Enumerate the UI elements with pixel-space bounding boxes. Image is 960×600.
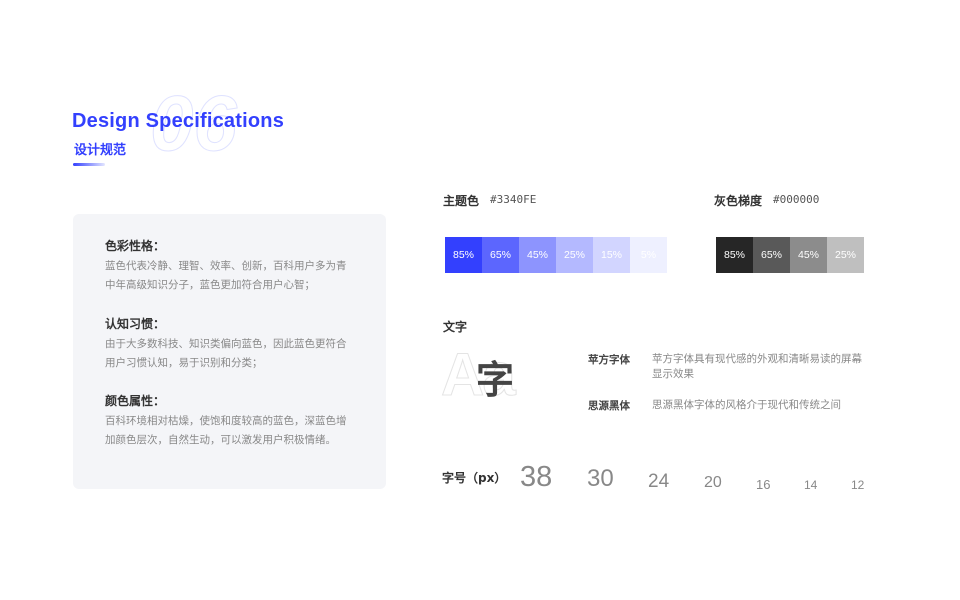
font-desc-pingfang: 苹方字体具有现代感的外观和清晰易读的屏幕显示效果 — [652, 353, 862, 380]
gray-color-swatch: 45% — [790, 237, 827, 273]
gray-color-swatch: 85% — [716, 237, 753, 273]
section-heading: 色彩性格： — [105, 239, 166, 253]
section-heading: 认知习惯： — [105, 317, 166, 331]
section-body: 百科环境相对枯燥，使饱和度较高的蓝色，深蓝色增加颜色层次，自然生动，可以激发用户… — [105, 415, 347, 446]
gray-color-swatch: 65% — [753, 237, 790, 273]
font-size-sample: 20 — [704, 474, 722, 491]
font-desc-sourcehan: 思源黑体字体的风格介于现代和传统之间 — [652, 399, 841, 411]
main-color-swatch: 25% — [556, 237, 593, 273]
font-size-label: 字号（px） — [442, 471, 507, 485]
font-size-sample: 16 — [756, 477, 771, 492]
font-size-sample: 30 — [587, 465, 614, 492]
section-body: 由于大多数科技、知识类偏向蓝色，因此蓝色更符合用户习惯认知，易于识别和分类； — [105, 338, 347, 369]
typography-label: 文字 — [443, 320, 468, 334]
font-size-sample: 24 — [648, 471, 670, 492]
main-color-swatch: 85% — [445, 237, 482, 273]
font-size-sample: 12 — [851, 478, 865, 492]
main-color-swatch: 15% — [593, 237, 630, 273]
main-color-swatch: 5% — [630, 237, 667, 273]
font-size-sample: 14 — [804, 478, 818, 492]
section-color-attribute: 颜色属性： 百科环境相对枯燥，使饱和度较高的蓝色，深蓝色增加颜色层次，自然生动，… — [105, 393, 350, 450]
gray-color-swatches: 85% 65% 45% 25% — [716, 237, 864, 273]
gray-color-label: 灰色梯度 — [714, 194, 763, 208]
title-accent-line — [73, 163, 105, 166]
main-color-code: #3340FE — [490, 193, 537, 206]
gray-color-code: #000000 — [773, 193, 820, 206]
description-card: 色彩性格： 蓝色代表冷静、理智、效率、创新，百科用户多为青中年高级知识分子，蓝色… — [73, 214, 386, 489]
main-color-swatch: 65% — [482, 237, 519, 273]
main-color-swatches: 85% 65% 45% 25% 15% 5% — [445, 237, 667, 273]
section-body: 蓝色代表冷静、理智、效率、创新，百科用户多为青中年高级知识分子，蓝色更加符合用户… — [105, 260, 347, 291]
page-subtitle: 设计规范 — [74, 143, 127, 158]
main-color-label: 主题色 — [443, 194, 480, 208]
section-cognitive-habit: 认知习惯： 由于大多数科技、知识类偏向蓝色，因此蓝色更符合用户习惯认知，易于识别… — [105, 316, 350, 373]
sample-character: 字 — [476, 358, 515, 402]
font-size-sample: 38 — [520, 461, 553, 493]
section-color-personality: 色彩性格： 蓝色代表冷静、理智、效率、创新，百科用户多为青中年高级知识分子，蓝色… — [105, 238, 350, 295]
section-heading: 颜色属性： — [105, 394, 166, 408]
main-color-swatch: 45% — [519, 237, 556, 273]
font-name-sourcehan: 思源黑体 — [588, 400, 630, 412]
page-title: Design Specifications — [72, 110, 285, 132]
font-name-pingfang: 苹方字体 — [588, 354, 630, 366]
gray-color-swatch: 25% — [827, 237, 864, 273]
